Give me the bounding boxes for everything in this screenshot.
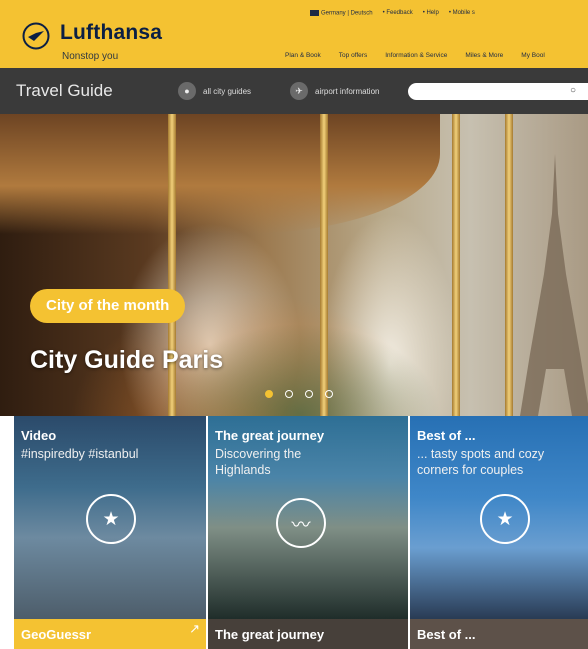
- airport-information-label: airport information: [315, 86, 380, 96]
- star-icon[interactable]: ★: [480, 494, 530, 544]
- tile-subtitle: #inspiredby #istanbul: [21, 447, 139, 461]
- nav-plan-book[interactable]: Plan & Book: [285, 52, 321, 59]
- airplane-icon: ✈: [290, 82, 308, 100]
- carousel-dot-2[interactable]: [285, 390, 293, 398]
- city-of-the-month-badge[interactable]: City of the month: [30, 289, 186, 323]
- tile-video[interactable]: Video #inspiredby #istanbul ★: [14, 416, 206, 619]
- search-icon[interactable]: ○: [570, 85, 576, 96]
- nav-information-service[interactable]: Information & Service: [385, 52, 447, 59]
- carousel-dot-4[interactable]: [325, 390, 333, 398]
- external-link-icon: ↗: [189, 621, 200, 636]
- utility-nav: Germany | Deutsch • Feedback • Help • Mo…: [310, 10, 475, 17]
- star-icon[interactable]: ★: [86, 494, 136, 544]
- brand-name: Lufthansa: [60, 21, 163, 44]
- nav-miles-more[interactable]: Miles & More: [465, 52, 503, 59]
- tile-subtitle: ... tasty spots and cozy corners for cou…: [417, 447, 545, 477]
- main-nav: Plan & Book Top offers Information & Ser…: [285, 52, 545, 59]
- carousel-dot-1[interactable]: [265, 390, 273, 398]
- tile-title: Video: [21, 428, 57, 443]
- tile-best-of-2[interactable]: Best of ...: [410, 619, 588, 649]
- tile-title: Best of ...: [417, 428, 476, 443]
- carousel-pagination: [265, 390, 333, 398]
- hero-title[interactable]: City Guide Paris: [30, 346, 223, 375]
- eiffel-tower-image: [520, 154, 588, 416]
- carousel-dot-3[interactable]: [305, 390, 313, 398]
- tile-label: GeoGuessr: [21, 627, 92, 642]
- all-city-guides-label: all city guides: [203, 86, 252, 96]
- brand-tagline: Nonstop you: [62, 51, 119, 62]
- carousel-canopy: [0, 114, 440, 234]
- crane-icon: [22, 22, 50, 50]
- header: Lufthansa Nonstop you Germany | Deutsch …: [0, 0, 588, 68]
- airport-information-button[interactable]: ✈ airport information: [290, 82, 379, 100]
- nav-my-bookings[interactable]: My Bool: [521, 52, 544, 59]
- tile-subtitle: Discovering the Highlands: [215, 447, 302, 477]
- travel-guide-bar: Travel Guide ● all city guides ✈ airport…: [0, 68, 588, 114]
- location-pin-icon: ●: [178, 82, 196, 100]
- search-input[interactable]: ○: [408, 83, 588, 100]
- carousel-pole: [320, 114, 328, 416]
- help-link[interactable]: • Help: [423, 10, 439, 16]
- tile-geoguessr[interactable]: GeoGuessr ↗: [14, 619, 206, 649]
- wave-icon[interactable]: 〰: [276, 498, 326, 548]
- tile-great-journey-2[interactable]: The great journey: [208, 619, 408, 649]
- hero-banner[interactable]: City of the month City Guide Paris: [0, 114, 588, 416]
- tile-label: The great journey: [215, 627, 325, 642]
- tile-label: Best of ...: [417, 627, 476, 642]
- language-selector[interactable]: Germany | Deutsch: [310, 10, 373, 17]
- tile-best-of[interactable]: Best of ... ... tasty spots and cozy cor…: [410, 416, 588, 619]
- all-city-guides-button[interactable]: ● all city guides: [178, 82, 251, 100]
- tile-title: The great journey: [215, 428, 325, 443]
- feedback-link[interactable]: • Feedback: [383, 10, 413, 16]
- tile-great-journey[interactable]: The great journey Discovering the Highla…: [208, 416, 408, 619]
- nav-top-offers[interactable]: Top offers: [339, 52, 367, 59]
- page-title: Travel Guide: [16, 81, 113, 100]
- carousel-pole: [505, 114, 513, 416]
- mobile-link[interactable]: • Mobile s: [449, 10, 475, 16]
- flag-icon: [310, 10, 319, 16]
- carousel-pole: [452, 114, 460, 416]
